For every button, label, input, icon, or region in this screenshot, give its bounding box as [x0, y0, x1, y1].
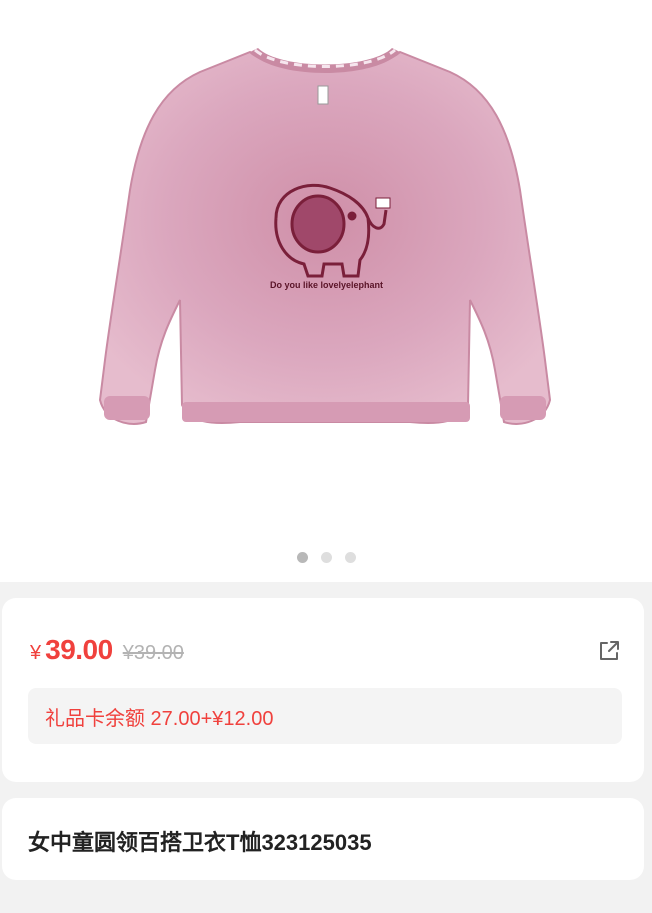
original-price: ¥39.00 — [122, 642, 184, 664]
bottom-spacer — [0, 897, 652, 913]
carousel-dot-1[interactable] — [296, 552, 308, 563]
price-card: ¥ 39.00 ¥39.00 礼品卡余额 27.00+¥12.00 — [2, 598, 644, 782]
product-detail-page: Do you like lovelyelephant ¥ 39.00 ¥39.0… — [0, 0, 652, 913]
gift-card-balance: 礼品卡余额 27.00+¥12.00 — [28, 688, 622, 744]
price-row: ¥ 39.00 ¥39.00 — [30, 634, 184, 666]
title-card: 女中童圆领百搭卫衣T恤323125035 — [2, 798, 644, 880]
product-image-carousel[interactable]: Do you like lovelyelephant — [0, 0, 652, 582]
product-title: 女中童圆领百搭卫衣T恤323125035 — [28, 830, 372, 855]
currency-symbol: ¥ — [30, 642, 42, 664]
current-price: 39.00 — [45, 634, 113, 665]
gift-card-text: 礼品卡余额 27.00+¥12.00 — [45, 707, 274, 730]
carousel-indicator — [0, 552, 652, 566]
svg-text:Do you like lovelyelephant: Do you like lovelyelephant — [270, 280, 383, 290]
carousel-dot-2[interactable] — [320, 552, 332, 563]
carousel-dot-3[interactable] — [344, 552, 356, 563]
share-icon[interactable] — [596, 638, 622, 664]
product-image: Do you like lovelyelephant — [98, 48, 552, 425]
